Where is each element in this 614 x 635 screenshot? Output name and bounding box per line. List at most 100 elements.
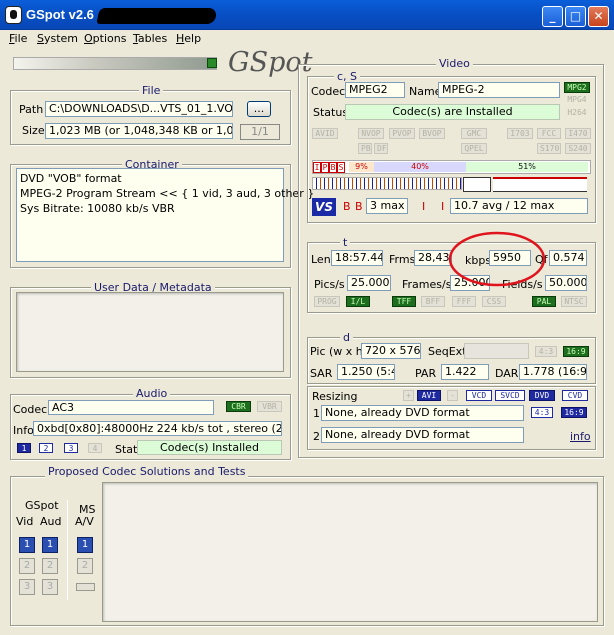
gop-i1: I [422,200,426,213]
av-label: A/V [75,515,94,528]
scan-tff-tag: TFF [392,296,416,307]
ms-av-2[interactable]: 2 [77,558,93,574]
vs-logo-icon: VS [312,198,336,216]
divider [67,500,68,600]
gop-b2: B [355,200,363,213]
resizing-label: Resizing [312,390,358,403]
video-group-title: Video [436,57,473,70]
scan-bff-tag: BFF [421,296,445,307]
fields-field: 50.000 [545,275,587,291]
app-icon[interactable] [5,6,22,24]
file-group-title: File [139,84,164,97]
gspot-aud-3[interactable]: 3 [42,579,58,595]
pic-label: Pic (w x h) [310,345,368,358]
resize-43-tag: 4:3 [531,407,553,418]
video-name-field: MPEG-2 [438,82,560,98]
size-field: 1,023 MB (or 1,048,348 KB or 1,073,50 [45,123,233,139]
gspot-aud-1[interactable]: 1 [42,537,58,553]
gspot-vid-3[interactable]: 3 [19,579,35,595]
flag-bvop: BVOP [419,128,445,139]
menu-tables[interactable]: Tables [133,32,167,45]
flag-pb: PB [358,143,372,154]
vbr-tag: VBR [257,401,282,412]
resize-plus-button[interactable]: + [403,390,414,401]
fmt-mpg2-tag: MPG2 [564,82,590,93]
browse-button[interactable]: ... [247,101,271,117]
dar-label: DAR [495,367,519,380]
vid-label: Vid [16,515,34,528]
path-field[interactable]: C:\DOWNLOADS\D...VTS_01_1.VOB [45,101,233,117]
len-field: 18:57.440 [331,250,383,266]
frame-i-tag: I [313,162,321,173]
minimize-button[interactable]: _ [542,6,563,27]
maximize-button[interactable]: □ [565,6,586,27]
flag-pvop: PVOP [389,128,415,139]
resize-svcd-button[interactable]: SVCD [495,390,525,401]
flag-avid: AVID [312,128,338,139]
gop-max-field: 3 max [366,198,408,214]
info-link[interactable]: info [570,430,591,443]
scan-css-tag: CSS [482,296,506,307]
flag-df: DF [374,143,388,154]
resize-line2-num: 2 [313,430,320,443]
frame-i-pct: 9% [349,162,374,172]
menu-system[interactable]: System [37,32,78,45]
menu-options[interactable]: Options [84,32,126,45]
pics-field: 25.000 [347,275,391,291]
audio-track-3[interactable]: 3 [64,443,78,453]
fmt-mpg4-tag: MPG4 [567,95,587,104]
path-label: Path [19,103,44,116]
scan-ntsc-tag: NTSC [561,296,587,307]
gop-i2: I [441,200,445,213]
seqext-field [464,343,529,359]
container-text: DVD "VOB" format MPEG-2 Program Stream <… [16,168,314,262]
gop-b1: B [343,200,351,213]
audio-codec-field: AC3 [48,400,214,415]
resize-avi-button[interactable]: AVI [417,390,441,401]
audio-stat-field: Codec(s) Installed [137,440,282,455]
resize-line1-field: None, already DVD format [321,405,524,421]
audio-codec-label: Codec [13,403,48,416]
proposed-group-title: Proposed Codec Solutions and Tests [45,465,249,478]
status-led [207,58,217,68]
ms-av-1[interactable]: 1 [77,537,93,553]
scan-pal-tag: PAL [532,296,556,307]
gspot-vid-2[interactable]: 2 [19,558,35,574]
audio-track-1[interactable]: 1 [17,443,31,453]
frame-p-tag: P [321,162,329,173]
frame-b-pct: 51% [466,162,588,172]
gop-arrow-icon [463,177,491,192]
page-indicator: 1/1 [240,124,280,140]
resize-dvd-button[interactable]: DVD [529,390,555,401]
pic-field: 720 x 576 [361,343,421,359]
video-codec-label: Codec [311,85,346,98]
fmt-h264-tag: H264 [567,108,587,117]
video-status-field: Codec(s) are Installed [345,104,560,120]
resize-line1-num: 1 [313,407,320,420]
resize-vcd-button[interactable]: VCD [466,390,492,401]
gspot-aud-2[interactable]: 2 [42,558,58,574]
gspot-vid-1[interactable]: 1 [19,537,35,553]
frames-label: Frames/s [402,278,452,291]
flag-fcc: FCC [537,128,561,139]
resize-minus-button[interactable]: - [447,390,458,401]
ar-43-tag: 4:3 [535,346,557,357]
close-button[interactable]: ✕ [588,6,609,27]
resize-cvd-button[interactable]: CVD [562,390,588,401]
qf-field: 0.574 [549,250,587,266]
audio-track-4[interactable]: 4 [88,443,102,453]
frms-label: Frms [389,253,416,266]
gop-avg-field: 10.7 avg / 12 max [450,198,588,214]
proposed-results-area [102,482,598,622]
audio-info-label: Info [13,424,34,437]
ar-169-tag: 16:9 [563,346,589,357]
scan-il-tag: I/L [346,296,370,307]
menu-help[interactable]: Help [176,32,201,45]
gspot-label: GSpot [25,499,59,512]
audio-group-title: Audio [133,387,171,400]
audio-track-2[interactable]: 2 [39,443,53,453]
menu-file[interactable]: File [9,32,27,45]
video-status-label: Status [313,106,349,119]
flag-gmc: GMC [461,128,487,139]
audio-stat-label: Stat [115,443,138,456]
